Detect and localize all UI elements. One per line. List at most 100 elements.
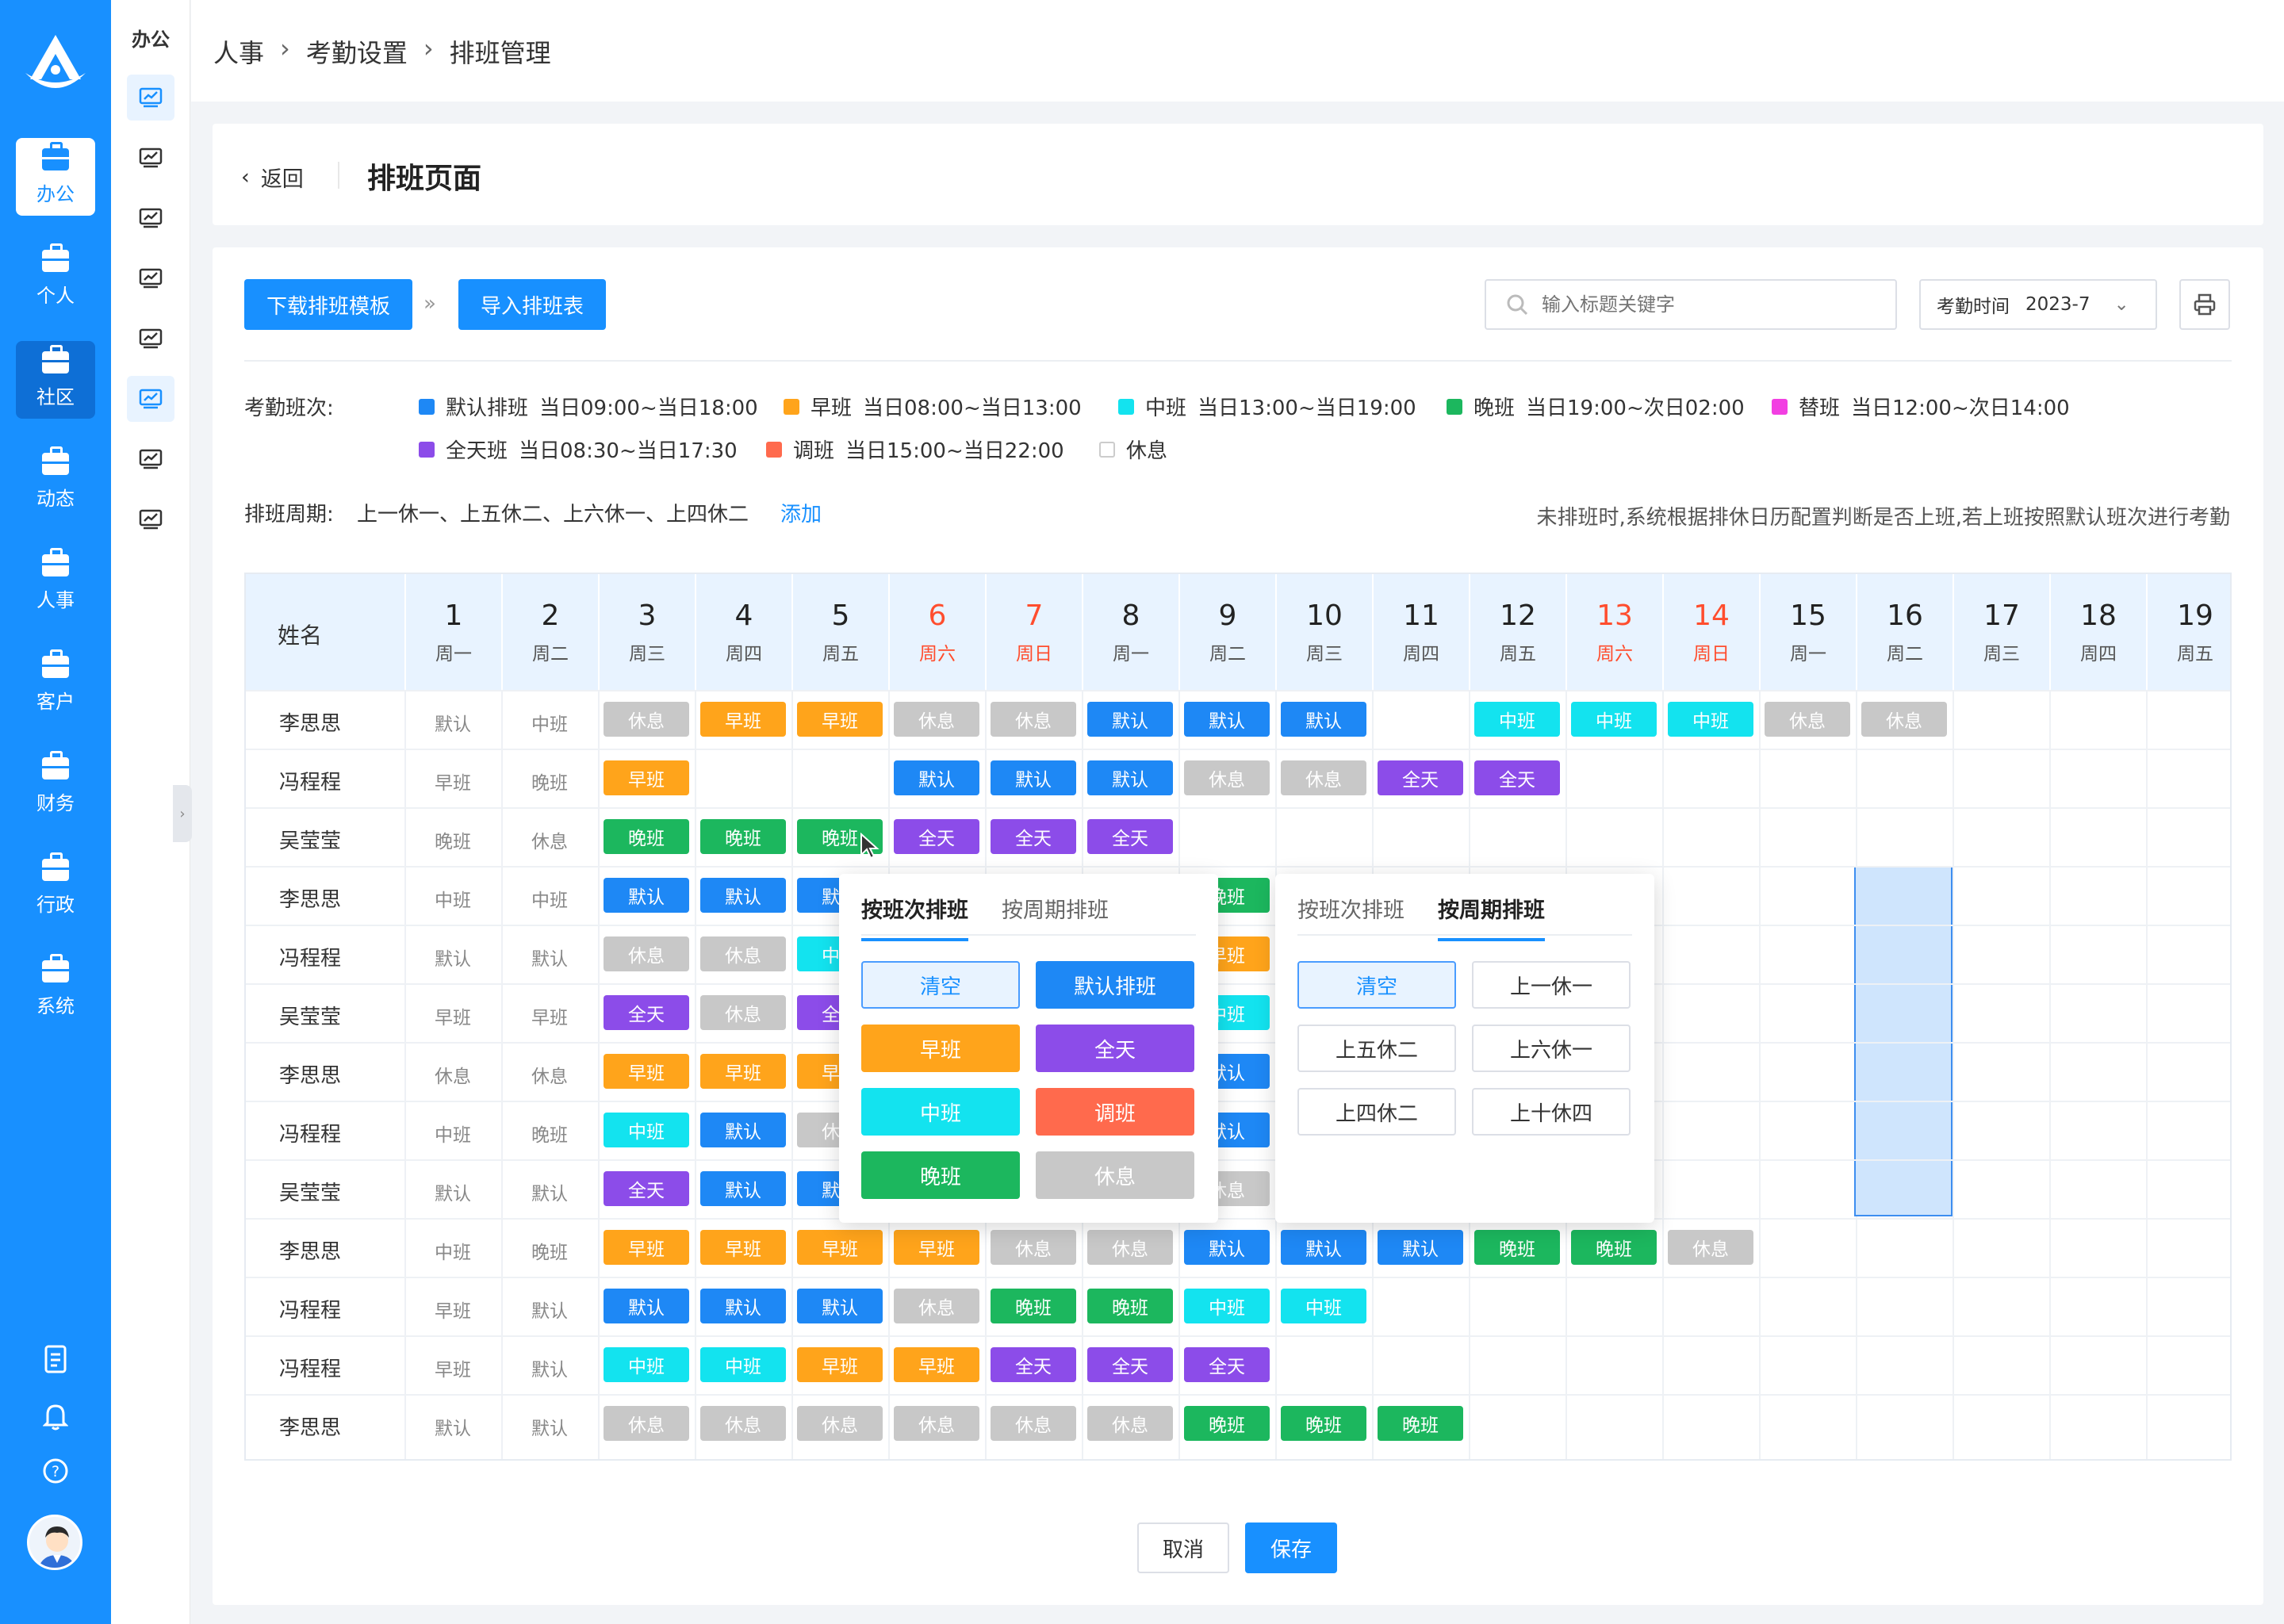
shift-chip[interactable]: 休息 — [604, 702, 689, 737]
shift-chip[interactable]: 晚班 — [991, 1289, 1076, 1323]
rail-item[interactable]: 财务 — [16, 747, 95, 825]
shift-cell[interactable]: 默认 — [404, 1413, 501, 1440]
shift-cell[interactable]: 晚班 — [404, 826, 501, 853]
shift-chip[interactable]: 休息 — [1765, 702, 1850, 737]
popover-option-button[interactable]: 默认排班 — [1036, 961, 1194, 1009]
shift-chip[interactable]: 休息 — [604, 936, 689, 971]
shift-cell[interactable]: 晚班 — [501, 1120, 598, 1147]
shift-chip[interactable]: 中班 — [1281, 1289, 1366, 1323]
shift-chip[interactable]: 全天 — [604, 1171, 689, 1206]
shift-chip[interactable]: 全天 — [1087, 819, 1173, 854]
rail-item[interactable]: 客户 — [16, 645, 95, 723]
shift-cell[interactable]: 中班 — [501, 709, 598, 736]
shift-chip[interactable]: 全天 — [991, 819, 1076, 854]
shift-cell[interactable]: 默认 — [501, 1296, 598, 1323]
shift-cell[interactable]: 默认 — [404, 1178, 501, 1205]
shift-cell[interactable]: 中班 — [404, 885, 501, 912]
download-template-button[interactable]: 下载排班模板 — [244, 279, 412, 330]
shift-chip[interactable]: 休息 — [894, 702, 979, 737]
breadcrumb-item[interactable]: 考勤设置 — [306, 33, 408, 70]
shift-cell[interactable]: 中班 — [501, 885, 598, 912]
shift-chip[interactable]: 默认 — [1281, 702, 1366, 737]
shift-chip[interactable]: 全天 — [1474, 760, 1560, 795]
shift-chip[interactable]: 休息 — [1184, 760, 1270, 795]
rail-item[interactable]: 系统 — [16, 950, 95, 1028]
shift-chip[interactable]: 休息 — [991, 1230, 1076, 1265]
shift-chip[interactable]: 休息 — [1861, 702, 1947, 737]
shift-chip[interactable]: 休息 — [700, 1406, 786, 1441]
cancel-button[interactable]: 取消 — [1137, 1522, 1229, 1573]
popover-option-button[interactable]: 清空 — [1297, 961, 1456, 1009]
shift-cell[interactable]: 默认 — [404, 944, 501, 971]
search-box[interactable] — [1485, 279, 1897, 330]
shift-cell[interactable]: 早班 — [404, 768, 501, 795]
shift-chip[interactable]: 早班 — [604, 1230, 689, 1265]
shift-chip[interactable]: 晚班 — [1281, 1406, 1366, 1441]
shift-chip[interactable]: 中班 — [1668, 702, 1753, 737]
shift-chip[interactable]: 默认 — [894, 760, 979, 795]
shift-chip[interactable]: 默认 — [1087, 760, 1173, 795]
shift-chip[interactable]: 默认 — [604, 878, 689, 913]
shift-chip[interactable]: 休息 — [894, 1406, 979, 1441]
shift-chip[interactable]: 早班 — [700, 702, 786, 737]
shift-chip[interactable]: 全天 — [1087, 1347, 1173, 1382]
shift-cell[interactable]: 休息 — [404, 1061, 501, 1088]
shift-cell[interactable]: 早班 — [404, 1296, 501, 1323]
shift-chip[interactable]: 晚班 — [1184, 1406, 1270, 1441]
shift-chip[interactable]: 晚班 — [1087, 1289, 1173, 1323]
rail-item[interactable]: 个人 — [16, 239, 95, 317]
breadcrumb-item[interactable]: 人事 — [213, 33, 264, 70]
shift-chip[interactable]: 中班 — [604, 1113, 689, 1147]
bell-icon[interactable] — [0, 1402, 111, 1431]
add-cycle-link[interactable]: 添加 — [780, 498, 822, 527]
rail-item[interactable]: 行政 — [16, 848, 95, 926]
shift-chip[interactable]: 晚班 — [700, 819, 786, 854]
shift-chip[interactable]: 休息 — [1087, 1406, 1173, 1441]
shift-chip[interactable]: 休息 — [1281, 760, 1366, 795]
shift-cell[interactable]: 晚班 — [501, 1237, 598, 1264]
rail-item[interactable]: 社区 — [16, 341, 95, 419]
shift-chip[interactable]: 晚班 — [1378, 1406, 1463, 1441]
shift-cell[interactable]: 默认 — [501, 944, 598, 971]
popover-option-button[interactable]: 全天 — [1036, 1025, 1194, 1072]
shift-cell[interactable]: 早班 — [404, 1002, 501, 1029]
popover-option-button[interactable]: 上五休二 — [1297, 1025, 1456, 1072]
popover-option-button[interactable]: 上十休四 — [1472, 1088, 1631, 1136]
shift-chip[interactable]: 默认 — [604, 1289, 689, 1323]
rail-item[interactable]: 动态 — [16, 442, 95, 520]
shift-chip[interactable]: 默认 — [700, 1289, 786, 1323]
shift-chip[interactable]: 默认 — [1184, 1230, 1270, 1265]
shift-chip[interactable]: 中班 — [1184, 1289, 1270, 1323]
shift-chip[interactable]: 早班 — [604, 760, 689, 795]
shift-chip[interactable]: 默认 — [1281, 1230, 1366, 1265]
popover-option-button[interactable]: 上六休一 — [1472, 1025, 1631, 1072]
popover-option-button[interactable]: 上一休一 — [1472, 961, 1631, 1009]
shift-chip[interactable]: 早班 — [700, 1054, 786, 1089]
shift-chip[interactable]: 默认 — [1378, 1230, 1463, 1265]
shift-chip[interactable]: 早班 — [797, 1230, 883, 1265]
sub-nav-item[interactable] — [127, 135, 174, 181]
shift-chip[interactable]: 早班 — [604, 1054, 689, 1089]
shift-chip[interactable]: 早班 — [894, 1347, 979, 1382]
notes-icon[interactable] — [0, 1345, 111, 1373]
shift-cell[interactable]: 中班 — [404, 1120, 501, 1147]
shift-cell[interactable]: 默认 — [501, 1178, 598, 1205]
popover-option-button[interactable]: 上四休二 — [1297, 1088, 1456, 1136]
popover-option-button[interactable]: 晚班 — [861, 1151, 1020, 1199]
user-avatar[interactable] — [27, 1515, 82, 1570]
save-button[interactable]: 保存 — [1245, 1522, 1337, 1573]
import-schedule-button[interactable]: 导入排班表 — [458, 279, 606, 330]
shift-chip[interactable]: 中班 — [604, 1347, 689, 1382]
shift-chip[interactable]: 休息 — [1668, 1230, 1753, 1265]
shift-chip[interactable]: 默认 — [700, 1113, 786, 1147]
search-input[interactable] — [1542, 293, 1859, 316]
sub-nav-item[interactable] — [127, 195, 174, 241]
rail-item[interactable]: 人事 — [16, 544, 95, 622]
shift-chip[interactable]: 默认 — [700, 878, 786, 913]
shift-chip[interactable]: 晚班 — [1474, 1230, 1560, 1265]
shift-chip[interactable]: 全天 — [991, 1347, 1076, 1382]
shift-cell[interactable]: 早班 — [501, 1002, 598, 1029]
shift-chip[interactable]: 休息 — [991, 702, 1076, 737]
shift-chip[interactable]: 晚班 — [1571, 1230, 1657, 1265]
sub-nav-item[interactable] — [127, 376, 174, 422]
